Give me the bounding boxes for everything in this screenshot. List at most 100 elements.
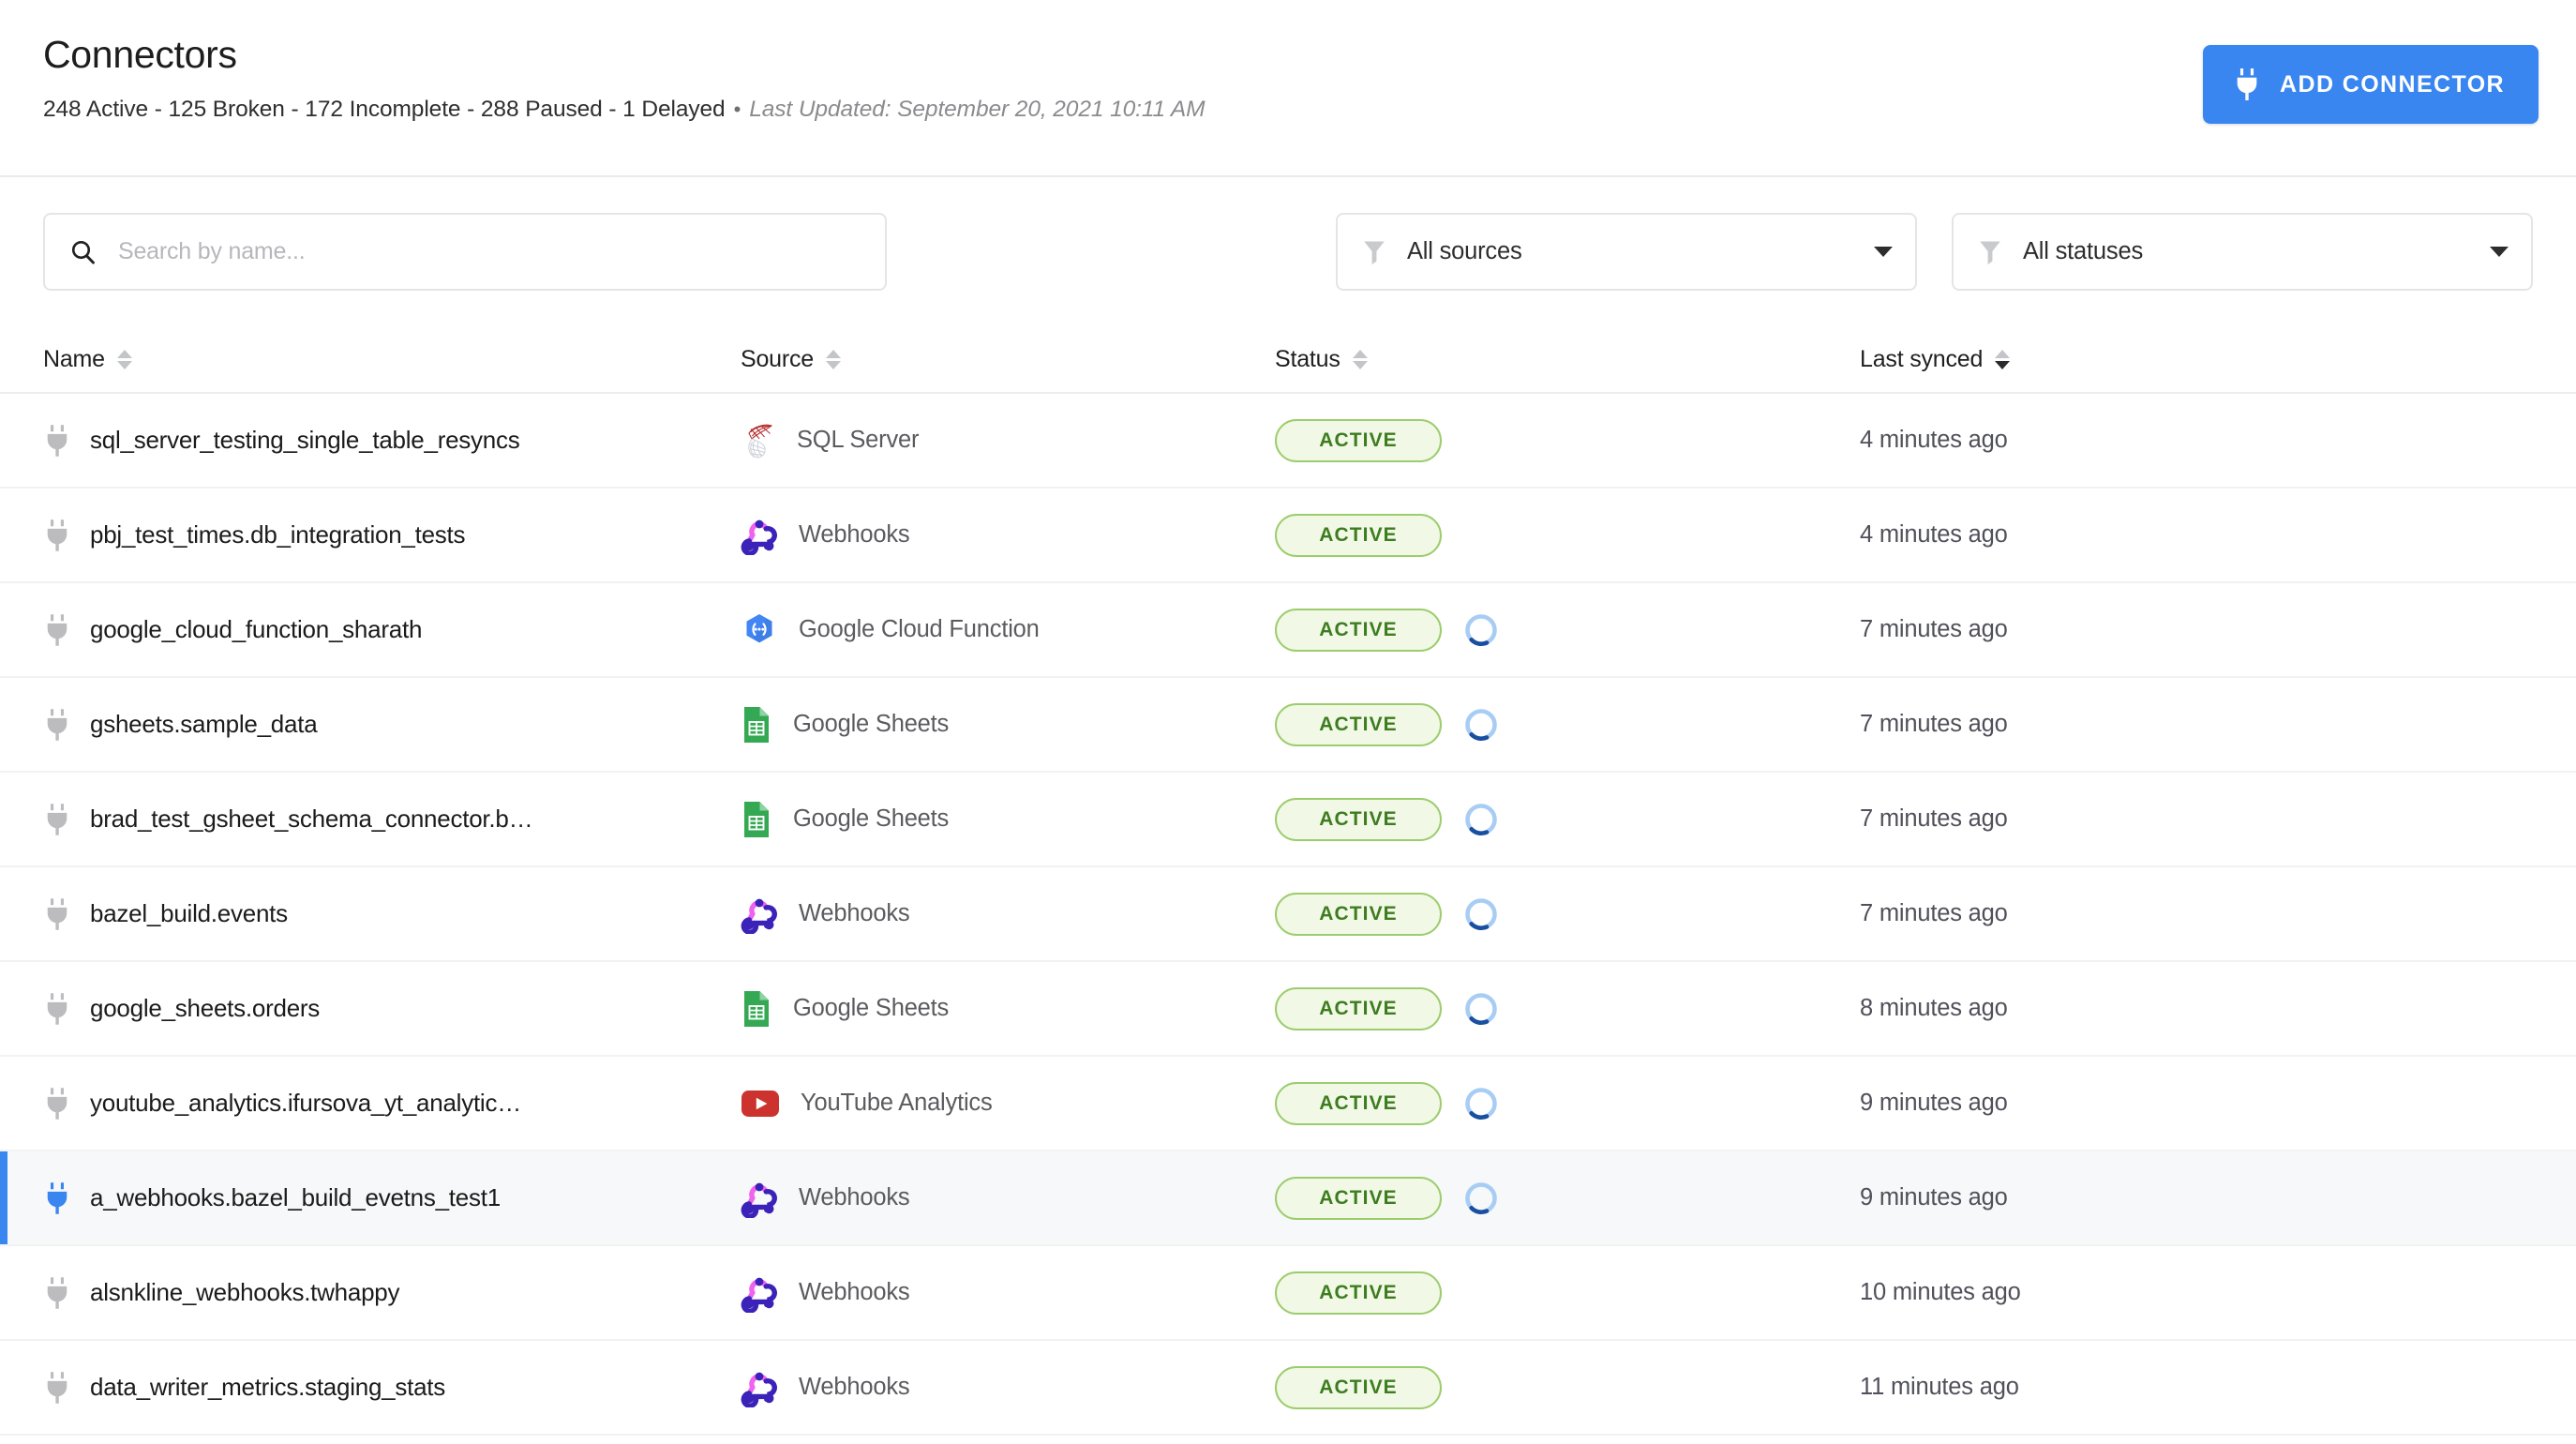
source-name: Webhooks: [799, 1279, 910, 1305]
google-cloud-function-icon: [741, 610, 778, 650]
source-name: Webhooks: [799, 900, 910, 926]
statuses-filter-label: All statuses: [2023, 238, 2143, 264]
sync-spinner-icon: [1462, 611, 1500, 649]
sync-spinner-icon: [1462, 990, 1500, 1028]
cell-status: ACTIVE: [1275, 608, 1860, 652]
connector-name: youtube_analytics.ifursova_yt_analytic…: [90, 1089, 521, 1117]
sql-server-icon: [741, 421, 776, 460]
last-synced-value: 9 minutes ago: [1860, 1184, 2008, 1211]
webhooks-icon: [741, 516, 778, 555]
status-badge: ACTIVE: [1275, 1081, 1442, 1125]
sync-spinner-icon: [1462, 1180, 1500, 1217]
cell-source: SQL Server: [741, 421, 1275, 460]
source-name: Google Sheets: [793, 995, 950, 1021]
column-header-status[interactable]: Status: [1275, 346, 1860, 373]
table-row[interactable]: alsnkline_webhooks.twhappy Webhooks ACTI…: [0, 1246, 2576, 1341]
source-name: Google Sheets: [793, 711, 950, 737]
status-badge: ACTIVE: [1275, 418, 1442, 462]
plug-icon: [43, 1087, 71, 1121]
connector-name: sql_server_testing_single_table_resyncs: [90, 426, 520, 454]
status-badge: ACTIVE: [1275, 1176, 1442, 1220]
plug-icon: [43, 708, 71, 742]
add-connector-label: ADD CONNECTOR: [2280, 70, 2505, 98]
cell-last-synced: 9 minutes ago: [1860, 1090, 2422, 1117]
last-synced-value: 8 minutes ago: [1860, 995, 2008, 1021]
cell-last-synced: 7 minutes ago: [1860, 900, 2422, 927]
table-row[interactable]: gsheets.sample_data Google Sheets ACTIVE…: [0, 678, 2576, 773]
column-header-last-synced[interactable]: Last synced: [1860, 346, 2422, 373]
sync-spinner-icon: [1462, 801, 1500, 838]
plug-icon: [43, 897, 71, 931]
status-badge: ACTIVE: [1275, 702, 1442, 746]
search-box[interactable]: [43, 213, 887, 291]
cell-status: ACTIVE: [1275, 797, 1860, 841]
table-row[interactable]: pbj_test_times.db_integration_tests Webh…: [0, 489, 2576, 583]
connector-name: google_sheets.orders: [90, 994, 321, 1022]
subtitle-separator: •: [733, 98, 741, 122]
last-synced-value: 4 minutes ago: [1860, 521, 2008, 548]
column-header-name[interactable]: Name: [43, 346, 741, 373]
google-sheets-icon: [741, 989, 772, 1029]
cell-source: Webhooks: [741, 516, 1275, 555]
sort-icon: [116, 350, 132, 369]
funnel-icon: [1362, 239, 1386, 265]
webhooks-icon: [741, 895, 778, 934]
connector-name: google_cloud_function_sharath: [90, 615, 423, 643]
table-row[interactable]: sql_server_testing_single_table_resyncs: [0, 394, 2576, 489]
connector-name: data_writer_metrics.staging_stats: [90, 1373, 446, 1401]
status-badge: ACTIVE: [1275, 1365, 1442, 1409]
cell-status: ACTIVE: [1275, 1365, 1860, 1409]
cell-status: ACTIVE: [1275, 892, 1860, 936]
status-badge: ACTIVE: [1275, 986, 1442, 1030]
connector-name: brad_test_gsheet_schema_connector.b…: [90, 805, 533, 833]
table-row[interactable]: data_writer_metrics.staging_stats Webhoo…: [0, 1341, 2576, 1436]
webhooks-icon: [741, 1273, 778, 1313]
sources-filter-dropdown[interactable]: All sources: [1336, 213, 1917, 291]
statuses-filter-dropdown[interactable]: All statuses: [1952, 213, 2533, 291]
cell-status: ACTIVE: [1275, 1271, 1860, 1315]
connectors-table: Name Source Status Last synced sql_serve…: [0, 326, 2576, 1444]
table-row[interactable]: google_cloud_function_sharath Google Clo…: [0, 583, 2576, 678]
table-row[interactable]: google_sheets.orders Google Sheets ACTIV…: [0, 962, 2576, 1057]
cell-last-synced: 7 minutes ago: [1860, 711, 2422, 738]
cell-name: alsnkline_webhooks.twhappy: [43, 1276, 741, 1310]
cell-source: Webhooks: [741, 1273, 1275, 1313]
cell-status: ACTIVE: [1275, 418, 1860, 462]
cell-last-synced: 7 minutes ago: [1860, 805, 2422, 833]
webhooks-icon: [741, 1179, 778, 1218]
plug-icon: [43, 519, 71, 552]
add-connector-button[interactable]: ADD CONNECTOR: [2203, 45, 2539, 124]
column-label: Name: [43, 345, 105, 372]
source-name: Webhooks: [799, 521, 910, 548]
cell-source: Google Sheets: [741, 989, 1275, 1029]
last-updated-text: Last Updated: September 20, 2021 10:11 A…: [749, 97, 1206, 123]
connector-name: alsnkline_webhooks.twhappy: [90, 1278, 400, 1306]
cell-source: Google Sheets: [741, 800, 1275, 839]
connector-name: bazel_build.events: [90, 899, 288, 927]
source-name: SQL Server: [797, 427, 920, 453]
table-row[interactable]: brad_test_gsheet_schema_connector.b… Goo…: [0, 773, 2576, 867]
cell-last-synced: 7 minutes ago: [1860, 616, 2422, 643]
webhooks-icon: [741, 1368, 778, 1407]
google-sheets-icon: [741, 705, 772, 745]
cell-name: pbj_test_times.db_integration_tests: [43, 519, 741, 552]
column-header-source[interactable]: Source: [741, 346, 1275, 373]
plug-icon: [43, 803, 71, 836]
source-name: Google Sheets: [793, 805, 950, 832]
cell-name: gsheets.sample_data: [43, 708, 741, 742]
cell-status: ACTIVE: [1275, 1176, 1860, 1220]
sync-spinner-icon: [1462, 1085, 1500, 1122]
search-input[interactable]: [118, 238, 861, 265]
sources-filter-label: All sources: [1407, 238, 1522, 264]
plug-icon-active: [43, 1181, 71, 1215]
table-row[interactable]: a_webhooks.bazel_build_evetns_test1 Webh…: [0, 1151, 2576, 1246]
cell-last-synced: 8 minutes ago: [1860, 995, 2422, 1022]
table-row[interactable]: bazel_build.events Webhooks ACTIVE 7 min…: [0, 867, 2576, 962]
connectors-page: Connectors 248 Active - 125 Broken - 172…: [0, 0, 2576, 1444]
table-row[interactable]: youtube_analytics.ifursova_yt_analytic… …: [0, 1057, 2576, 1151]
plug-icon: [43, 992, 71, 1026]
cell-name: youtube_analytics.ifursova_yt_analytic…: [43, 1087, 741, 1121]
cell-source: Webhooks: [741, 1368, 1275, 1407]
cell-last-synced: 9 minutes ago: [1860, 1184, 2422, 1211]
column-label: Status: [1275, 345, 1340, 372]
